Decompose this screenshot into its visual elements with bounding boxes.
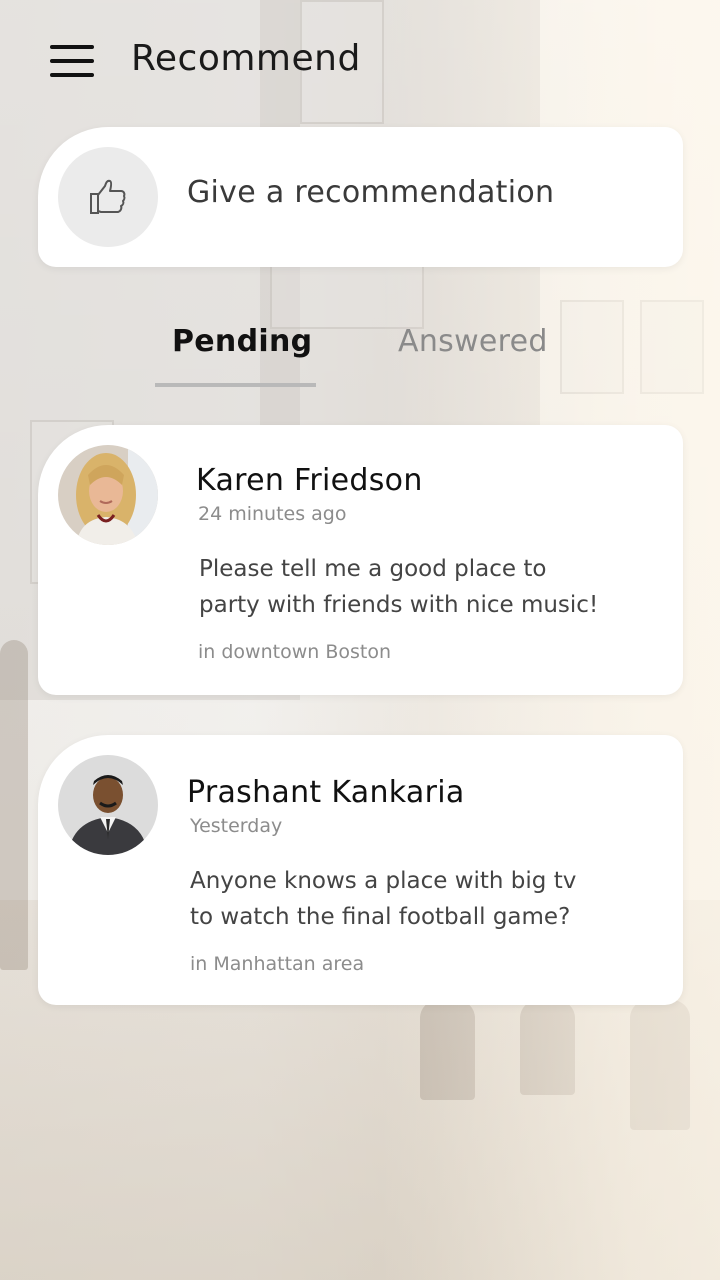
- app-header: Recommend: [0, 0, 720, 124]
- avatar: [58, 445, 158, 545]
- page-title: Recommend: [131, 38, 361, 79]
- thumbs-up-icon: [58, 147, 158, 247]
- request-card[interactable]: Karen Friedson 24 minutes ago Please tel…: [38, 425, 683, 695]
- request-location: in downtown Boston: [198, 641, 391, 663]
- tab-pending[interactable]: Pending: [172, 324, 312, 359]
- active-tab-indicator: [155, 383, 316, 387]
- request-message-line: Please tell me a good place to: [199, 556, 547, 582]
- request-card[interactable]: Prashant Kankaria Yesterday Anyone knows…: [38, 735, 683, 1005]
- hamburger-menu-icon[interactable]: [50, 45, 94, 77]
- request-time: 24 minutes ago: [198, 503, 347, 525]
- tab-answered[interactable]: Answered: [398, 324, 548, 359]
- request-message-line: Anyone knows a place with big tv: [190, 868, 577, 894]
- tabs: Pending Answered: [0, 310, 720, 390]
- request-message: Anyone knows a place with big tv to watc…: [190, 863, 620, 935]
- request-message: Please tell me a good place to party wit…: [199, 551, 629, 623]
- requester-name: Prashant Kankaria: [187, 775, 465, 810]
- request-location: in Manhattan area: [190, 953, 365, 975]
- requester-name: Karen Friedson: [196, 463, 423, 498]
- request-time: Yesterday: [190, 815, 283, 837]
- give-recommendation-button[interactable]: Give a recommendation: [38, 127, 683, 267]
- request-message-line: to watch the final football game?: [190, 904, 571, 930]
- request-message-line: party with friends with nice music!: [199, 592, 599, 618]
- give-recommendation-label: Give a recommendation: [187, 175, 555, 210]
- avatar: [58, 755, 158, 855]
